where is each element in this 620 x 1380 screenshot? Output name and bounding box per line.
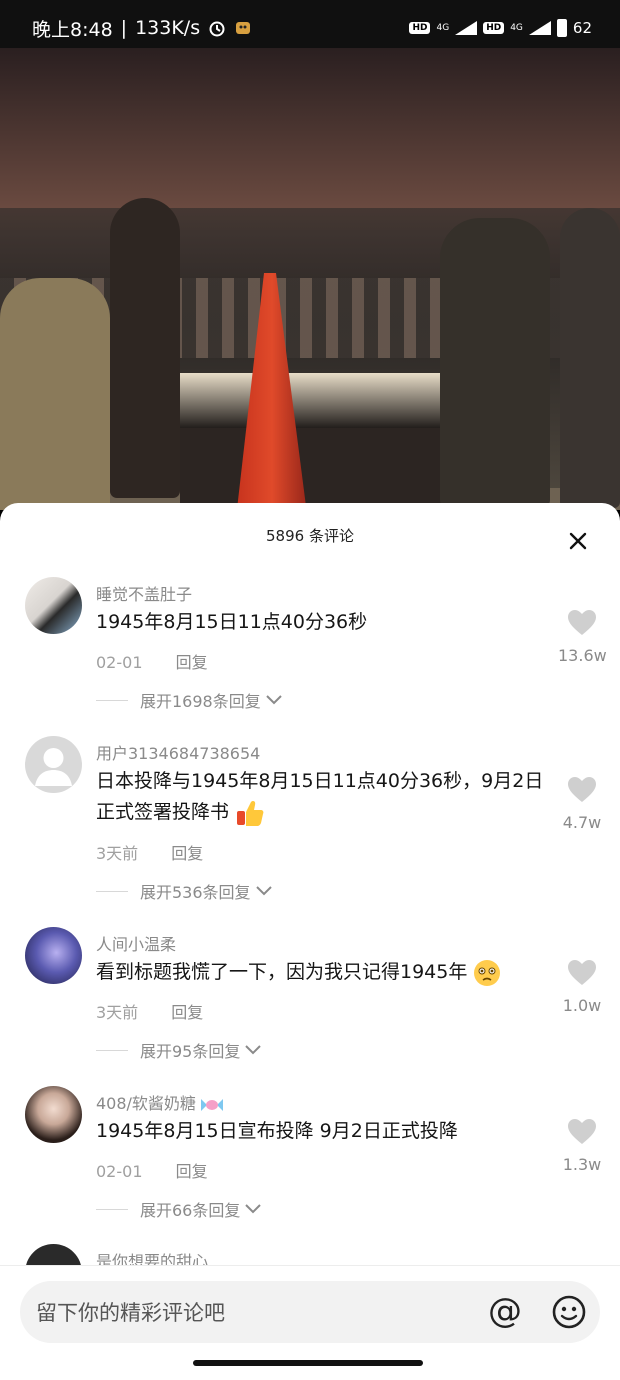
divider bbox=[96, 1049, 128, 1051]
like-button[interactable]: 1.0w bbox=[558, 959, 606, 1015]
comment-author-name: 408/软酱奶糖 bbox=[96, 1094, 196, 1113]
expand-replies-label: 展开1698条回复 bbox=[140, 692, 261, 711]
comment-author[interactable]: 408/软酱奶糖 bbox=[96, 1090, 224, 1114]
like-count: 1.3w bbox=[562, 1155, 602, 1174]
avatar[interactable] bbox=[25, 577, 82, 634]
reply-button[interactable]: 回复 bbox=[171, 844, 203, 863]
worried-face-emoji-icon bbox=[474, 959, 501, 986]
divider bbox=[96, 890, 128, 892]
heart-icon bbox=[568, 960, 596, 985]
comment-meta: 02-01 回复 bbox=[96, 649, 208, 673]
chevron-down-icon bbox=[266, 695, 282, 705]
signal-icon-2 bbox=[528, 21, 551, 35]
video-scene-figure bbox=[440, 218, 550, 508]
comment-author[interactable]: 用户3134684738654 bbox=[96, 740, 260, 764]
comment-input[interactable]: 留下你的精彩评论吧 @ bbox=[20, 1281, 600, 1343]
avatar[interactable] bbox=[25, 736, 82, 793]
candy-emoji-icon bbox=[201, 1098, 224, 1111]
battery-icon bbox=[556, 19, 567, 37]
network-type-2: 4G bbox=[510, 23, 523, 33]
comment-input-placeholder: 留下你的精彩评论吧 bbox=[36, 1301, 225, 1325]
alarm-icon bbox=[209, 21, 225, 37]
app-notification-icon bbox=[236, 22, 251, 34]
expand-replies-label: 展开536条回复 bbox=[140, 883, 251, 902]
like-button[interactable]: 13.6w bbox=[558, 609, 607, 665]
comment-text[interactable]: 日本投降与1945年8月15日11点40分36秒，9月2日正式签署投降书 bbox=[96, 766, 546, 828]
like-count: 4.7w bbox=[562, 813, 602, 832]
reply-button[interactable]: 回复 bbox=[176, 1162, 208, 1181]
video-scene-figure bbox=[110, 198, 180, 498]
comment-text[interactable]: 1945年8月15日11点40分36秒 bbox=[96, 607, 546, 638]
expand-replies-button[interactable]: 展开95条回复 bbox=[96, 1038, 262, 1062]
like-count: 1.0w bbox=[562, 996, 602, 1015]
like-button[interactable]: 4.7w bbox=[558, 776, 606, 832]
separator: | bbox=[120, 17, 128, 39]
video-player[interactable] bbox=[0, 48, 620, 510]
comment-date: 02-01 bbox=[96, 1162, 143, 1181]
heart-icon bbox=[568, 610, 596, 635]
heart-icon bbox=[568, 1119, 596, 1144]
comment-text-content: 日本投降与1945年8月15日11点40分36秒，9月2日正式签署投降书 bbox=[96, 770, 544, 823]
comments-sheet: 5896 条评论 睡觉不盖肚子 1945年8月15日11点40分36秒 02-0… bbox=[0, 503, 620, 1380]
close-icon[interactable] bbox=[564, 527, 592, 555]
comment-text[interactable]: 看到标题我慌了一下，因为我只记得1945年 bbox=[96, 957, 546, 988]
chevron-down-icon bbox=[245, 1045, 262, 1055]
divider bbox=[96, 699, 128, 701]
hd-badge-2: HD bbox=[483, 22, 505, 34]
network-speed: 133K/s bbox=[135, 17, 201, 39]
battery-level: 62 bbox=[572, 19, 592, 37]
expand-replies-button[interactable]: 展开536条回复 bbox=[96, 879, 273, 903]
comment-meta: 3天前 回复 bbox=[96, 840, 203, 864]
comment-date: 02-01 bbox=[96, 653, 143, 672]
chevron-down-icon bbox=[255, 886, 272, 896]
video-scene-figure bbox=[0, 278, 110, 510]
video-scene-figure bbox=[560, 208, 620, 508]
thumbs-up-emoji-icon bbox=[237, 800, 264, 826]
divider bbox=[96, 1208, 128, 1210]
like-count: 13.6w bbox=[558, 646, 607, 665]
heart-icon bbox=[568, 777, 596, 802]
expand-replies-button[interactable]: 展开66条回复 bbox=[96, 1197, 262, 1221]
comment-date: 3天前 bbox=[96, 1003, 139, 1022]
network-type: 4G bbox=[436, 23, 450, 33]
like-button[interactable]: 1.3w bbox=[558, 1118, 606, 1174]
comment-count-title: 5896 条评论 bbox=[266, 527, 354, 545]
comment-author[interactable]: 睡觉不盖肚子 bbox=[96, 581, 192, 605]
comment-meta: 02-01 回复 bbox=[96, 1158, 208, 1182]
reply-button[interactable]: 回复 bbox=[176, 653, 208, 672]
signal-icon bbox=[455, 21, 478, 35]
video-scene-background bbox=[0, 48, 620, 208]
comment-date: 3天前 bbox=[96, 844, 139, 863]
hd-badge: HD bbox=[409, 22, 431, 34]
mention-button[interactable]: @ bbox=[488, 1293, 522, 1329]
home-indicator[interactable] bbox=[193, 1360, 423, 1366]
emoji-picker-icon[interactable] bbox=[552, 1295, 586, 1329]
chevron-down-icon bbox=[245, 1204, 262, 1214]
comment-text-content: 看到标题我慌了一下，因为我只记得1945年 bbox=[96, 961, 468, 983]
expand-replies-label: 展开66条回复 bbox=[140, 1201, 241, 1220]
expand-replies-label: 展开95条回复 bbox=[140, 1042, 241, 1061]
avatar[interactable] bbox=[25, 927, 82, 984]
clock: 晚上8:48 bbox=[32, 18, 113, 41]
expand-replies-button[interactable]: 展开1698条回复 bbox=[96, 688, 283, 712]
comment-meta: 3天前 回复 bbox=[96, 999, 203, 1023]
avatar[interactable] bbox=[25, 1086, 82, 1143]
comment-author[interactable]: 人间小温柔 bbox=[96, 931, 176, 955]
comment-text[interactable]: 1945年8月15日宣布投降 9月2日正式投降 bbox=[96, 1116, 546, 1147]
reply-button[interactable]: 回复 bbox=[171, 1003, 203, 1022]
default-avatar-icon bbox=[35, 748, 72, 786]
